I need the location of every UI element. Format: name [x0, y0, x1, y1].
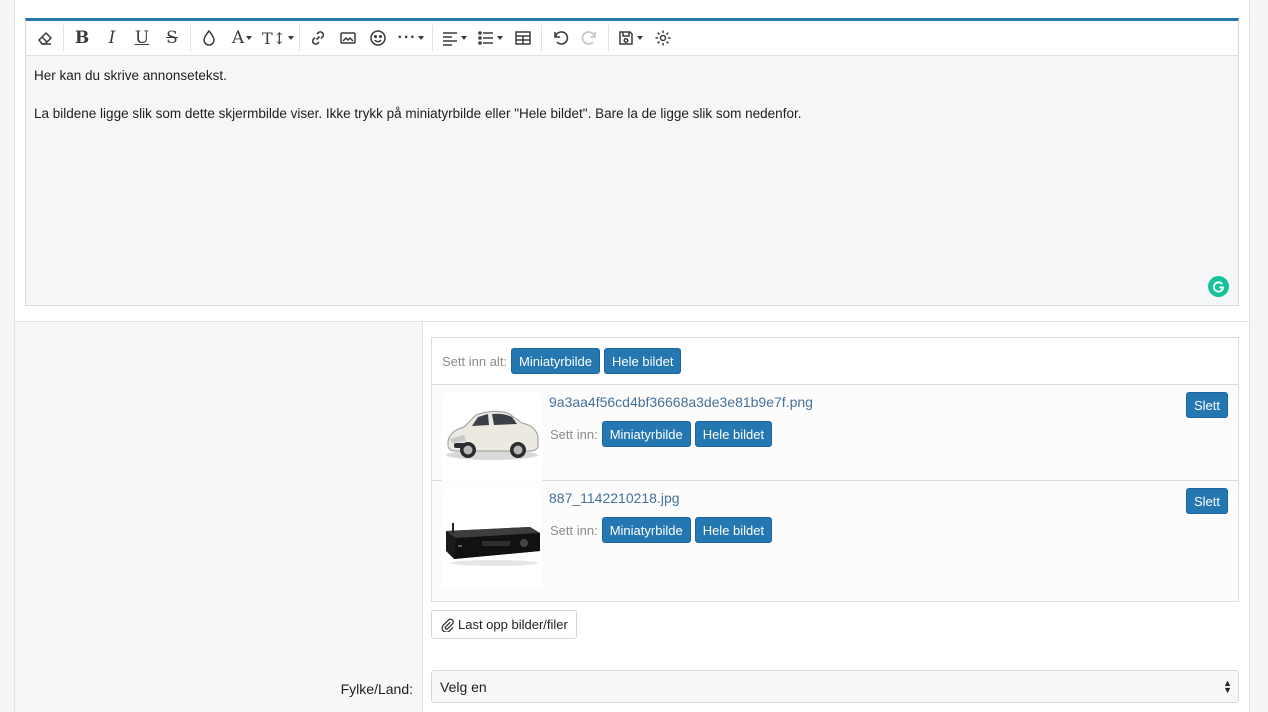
grammarly-icon[interactable] [1208, 276, 1229, 297]
insert-thumbnail-button[interactable]: Miniatyrbilde [601, 517, 691, 543]
toolbar-separator [190, 25, 191, 51]
toolbar-separator [608, 25, 609, 51]
undo-icon[interactable] [545, 24, 575, 52]
redo-icon[interactable] [575, 24, 605, 52]
delete-button[interactable]: Slett [1185, 392, 1228, 418]
editor-content[interactable]: Her kan du skrive annonsetekst. La bilde… [26, 56, 1238, 152]
upload-label: Last opp bilder/filer [458, 617, 568, 632]
paperclip-icon [441, 618, 454, 632]
image-icon[interactable] [333, 24, 363, 52]
font-size-icon[interactable]: T↕ [260, 24, 296, 52]
strikethrough-icon[interactable]: S [157, 24, 187, 52]
rich-text-editor: B I U S A T↕ ··· Her kan du skrive annon… [25, 18, 1239, 306]
divider [14, 321, 1250, 322]
attachment-filename-link[interactable]: 9a3aa4f56cd4bf36668a3de3e81b9e7f.png [549, 394, 813, 410]
insert-all-bar: Sett inn alt: Miniatyrbilde Hele bildet [432, 338, 1238, 385]
editor-paragraph: Her kan du skrive annonsetekst. [34, 68, 227, 83]
toolbar-separator [541, 25, 542, 51]
region-select-value: Velg en [440, 678, 487, 695]
insert-all-label: Sett inn alt: [442, 353, 508, 369]
italic-icon[interactable]: I [97, 24, 127, 52]
attachment-item: 9a3aa4f56cd4bf36668a3de3e81b9e7f.png Set… [432, 385, 1238, 493]
font-family-icon[interactable]: A [224, 24, 260, 52]
save-draft-icon[interactable] [612, 24, 648, 52]
attachment-list: Sett inn alt: Miniatyrbilde Hele bildet … [431, 337, 1239, 602]
toolbar-separator [432, 25, 433, 51]
attachment-filename-link[interactable]: 887_1142210218.jpg [549, 490, 680, 506]
list-icon[interactable] [472, 24, 508, 52]
editor-toolbar: B I U S A T↕ ··· [26, 21, 1238, 56]
bold-icon[interactable]: B [67, 24, 97, 52]
emoji-icon[interactable] [363, 24, 393, 52]
insert-thumbnail-button[interactable]: Miniatyrbilde [601, 421, 691, 447]
table-icon[interactable] [508, 24, 538, 52]
align-icon[interactable] [436, 24, 472, 52]
upload-files-button[interactable]: Last opp bilder/filer [431, 610, 577, 639]
underline-icon[interactable]: U [127, 24, 157, 52]
insert-controls: Sett inn: Miniatyrbilde Hele bildet [550, 517, 773, 543]
amplifier-thumbnail[interactable] [442, 489, 542, 589]
remove-format-icon[interactable] [30, 24, 60, 52]
insert-full-button[interactable]: Hele bildet [694, 421, 773, 447]
car-thumbnail[interactable] [442, 393, 542, 493]
insert-all-full-button[interactable]: Hele bildet [604, 348, 682, 374]
toolbar-separator [299, 25, 300, 51]
toolbar-separator [63, 25, 64, 51]
insert-controls: Sett inn: Miniatyrbilde Hele bildet [550, 421, 773, 447]
attachment-item: 887_1142210218.jpg Sett inn: Miniatyrbil… [432, 481, 1238, 601]
label-column [15, 322, 422, 712]
settings-icon[interactable] [648, 24, 678, 52]
delete-button[interactable]: Slett [1185, 488, 1228, 514]
insert-label: Sett inn: [550, 426, 598, 442]
insert-label: Sett inn: [550, 522, 598, 538]
select-arrows-icon: ▲ ▼ [1223, 678, 1232, 695]
insert-all-thumbnail-button[interactable]: Miniatyrbilde [511, 348, 601, 374]
region-label: Fylke/Land: [340, 681, 413, 697]
insert-full-button[interactable]: Hele bildet [694, 517, 773, 543]
more-options-icon[interactable]: ··· [393, 24, 429, 52]
editor-paragraph: La bildene ligge slik som dette skjermbi… [34, 106, 802, 121]
column-divider [422, 322, 423, 712]
text-color-icon[interactable] [194, 24, 224, 52]
region-select[interactable]: Velg en ▲ ▼ [431, 670, 1239, 703]
link-icon[interactable] [303, 24, 333, 52]
